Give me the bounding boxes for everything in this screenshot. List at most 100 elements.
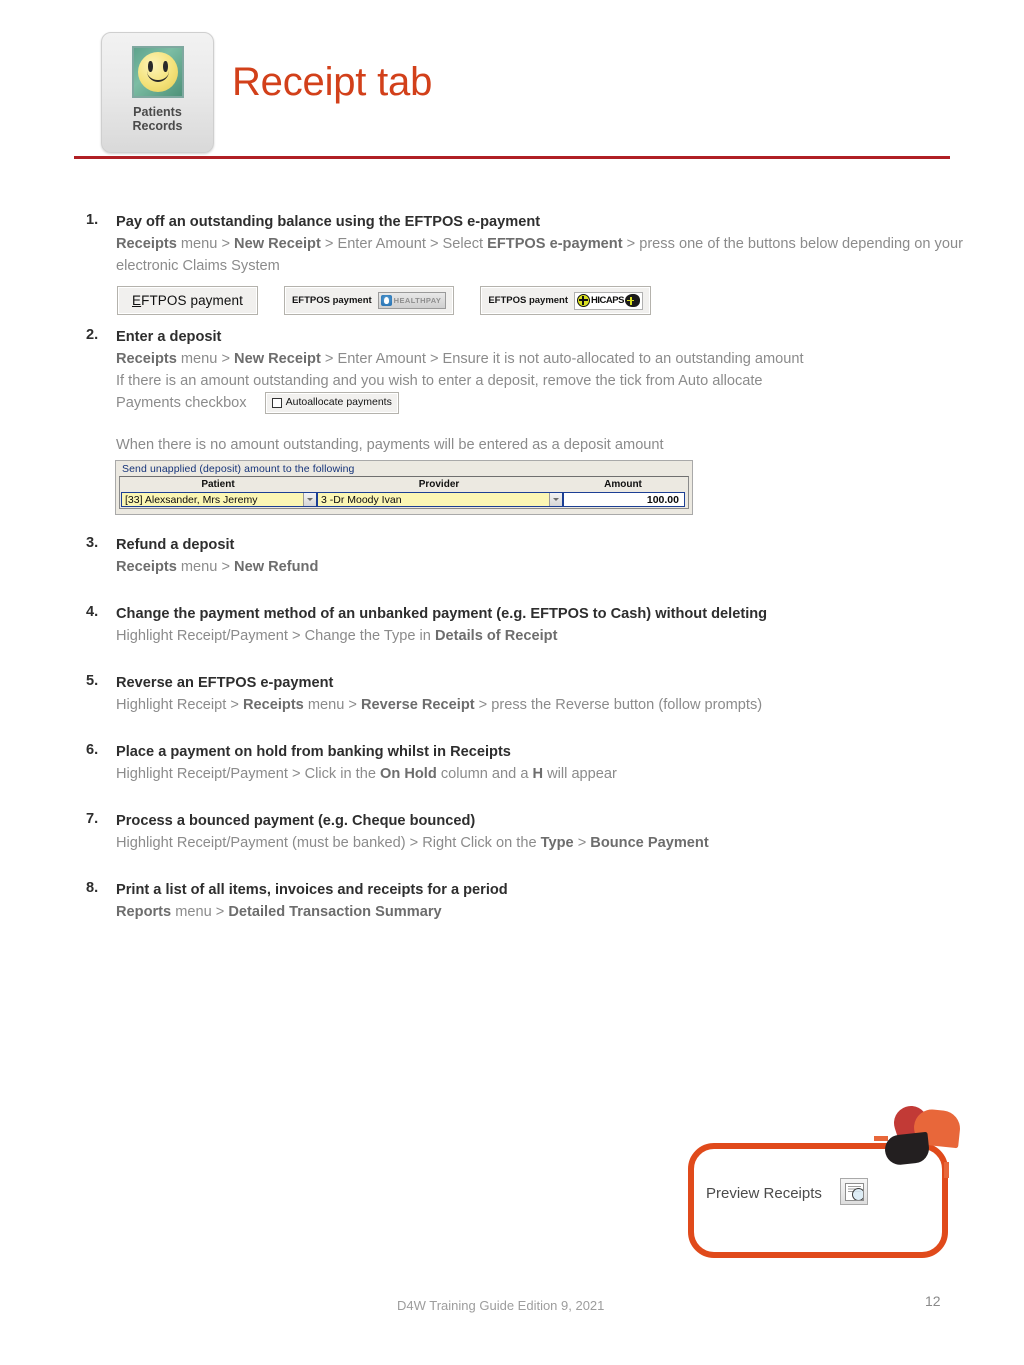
eftpos-hicaps-label: EFTPOS payment — [488, 295, 569, 306]
item-subtext-line3-row: Payments checkbox Autoallocate payments — [116, 392, 986, 415]
item-heading: Pay off an outstanding balance using the… — [116, 214, 541, 230]
item-subtext: Receipts menu > New Refund — [116, 556, 986, 578]
sub-part: Reports — [116, 903, 172, 920]
chevron-down-icon[interactable] — [303, 493, 316, 506]
sub-part: Reverse Receipt — [361, 696, 475, 713]
item-heading: Place a payment on hold from banking whi… — [116, 744, 511, 760]
sub-part: On Hold — [380, 765, 437, 782]
deposit-grid-header-row: Patient Provider Amount — [120, 477, 688, 492]
sub-part: menu > — [176, 558, 235, 575]
healthpay-brand-text: HEALTHPAY — [393, 296, 442, 305]
eftpos-accel-letter: E — [132, 293, 142, 308]
provider-combo[interactable]: 3 -Dr Moody Ivan — [317, 492, 563, 507]
list-item: 4. Change the payment method of an unban… — [86, 604, 986, 647]
sub-part: menu > — [176, 350, 235, 367]
page-title: Receipt tab — [232, 60, 433, 104]
item-heading: Refund a deposit — [116, 537, 235, 553]
item-subtext: Highlight Receipt/Payment > Change the T… — [116, 625, 986, 647]
sub-part: > Enter Amount > Select — [320, 235, 488, 252]
sub-part: Highlight Receipt > — [116, 696, 243, 713]
sub-part: New Receipt — [234, 235, 321, 252]
smiley-face-icon — [131, 46, 184, 98]
autoallocate-payments-label: Autoallocate payments — [285, 396, 392, 409]
preview-magnifier-icon[interactable] — [840, 1178, 868, 1205]
item-number: 7. — [86, 811, 99, 827]
app-icon-label-line2: Records — [132, 119, 183, 133]
brand-leaf-logo — [874, 1101, 962, 1178]
item-number: 3. — [86, 535, 99, 551]
sub-part: Details of Receipt — [434, 627, 558, 644]
patient-combo[interactable]: [33] Alexsander, Mrs Jeremy — [121, 492, 317, 507]
deposit-grid-caption: Send unapplied (deposit) amount to the f… — [122, 463, 355, 475]
item-subtext: Highlight Receipt > Receipts menu > Reve… — [116, 694, 986, 716]
item-subtext: Receipts menu > New Receipt > Enter Amou… — [116, 348, 986, 370]
item-subtext: Highlight Receipt/Payment > Click in the… — [116, 763, 986, 785]
sub-part: Receipts — [242, 696, 304, 713]
list-item: 3. Refund a deposit Receipts menu > New … — [86, 535, 986, 578]
autoallocate-payments-checkbox[interactable]: Autoallocate payments — [264, 392, 399, 415]
hicaps-brand-text: HICAPS — [591, 295, 624, 306]
column-header-amount: Amount — [604, 479, 642, 490]
sub-part: EFTPOS e-payment — [487, 235, 623, 252]
healthpay-logo-icon: HEALTHPAY — [377, 292, 447, 309]
item-heading: Change the payment method of an unbanked… — [116, 606, 768, 622]
item-heading: Reverse an EFTPOS e-payment — [116, 675, 334, 691]
item-number: 5. — [86, 673, 99, 689]
item-heading: Enter a deposit — [116, 329, 222, 345]
list-item: 6. Place a payment on hold from banking … — [86, 742, 986, 785]
eftpos-label-rest: FTPOS payment — [141, 293, 243, 308]
app-icon-label-line1: Patients — [133, 105, 182, 119]
column-header-provider: Provider — [418, 479, 460, 490]
footer-text: D4W Training Guide Edition 9, 2021 — [397, 1298, 605, 1313]
item-subtext: Highlight Receipt/Payment (must be banke… — [116, 832, 986, 854]
sub-part: > — [573, 834, 591, 851]
list-item: 8. Print a list of all items, invoices a… — [86, 880, 986, 923]
list-item: 2. Enter a deposit Receipts menu > New R… — [86, 327, 986, 456]
sub-part: Highlight Receipt/Payment (must be banke… — [116, 834, 541, 851]
sub-part: Detailed Transaction Summary — [228, 903, 442, 920]
item-number: 2. — [86, 327, 99, 343]
sub-part: menu > — [303, 696, 362, 713]
sub-part: New Receipt — [234, 350, 321, 367]
page-header: Patients Records Receipt tab — [0, 0, 1024, 180]
page-number: 12 — [925, 1293, 941, 1309]
item-heading: Print a list of all items, invoices and … — [116, 882, 508, 898]
sub-part: Highlight Receipt/Payment > Click in the — [116, 765, 381, 782]
eftpos-payment-hicaps-button[interactable]: EFTPOS payment HICAPS — [480, 286, 651, 315]
column-header-patient: Patient — [201, 479, 235, 490]
item-subtext: Receipts menu > New Receipt > Enter Amou… — [116, 233, 986, 277]
sub-part: New Refund — [234, 558, 319, 575]
item-number: 4. — [86, 604, 99, 620]
amount-value: 100.00 — [563, 492, 685, 507]
sub-part: column and a — [436, 765, 533, 782]
chevron-down-icon[interactable] — [549, 493, 562, 506]
item-number: 8. — [86, 880, 99, 896]
preview-receipts-label: Preview Receipts — [706, 1185, 822, 1202]
item-heading: Process a bounced payment (e.g. Cheque b… — [116, 813, 476, 829]
list-item: 1. Pay off an outstanding balance using … — [86, 212, 986, 277]
table-row: [33] Alexsander, Mrs Jeremy 3 -Dr Moody … — [120, 492, 688, 508]
patient-combo-value: [33] Alexsander, Mrs Jeremy — [125, 493, 258, 506]
amount-field[interactable]: 100.00 — [563, 492, 685, 507]
item-subtext-line3: Payments checkbox — [116, 395, 247, 412]
sub-part: Receipts — [116, 350, 177, 367]
sub-part: Bounce Payment — [590, 834, 709, 851]
item-subtext-line4: When there is no amount outstanding, pay… — [116, 437, 664, 454]
sub-part: > press the Reverse button (follow promp… — [474, 696, 763, 713]
deposit-grid-panel: Patient Provider Amount [33] Alexsander,… — [119, 476, 689, 509]
sub-part: will appear — [543, 765, 617, 782]
app-icon-label: Patients Records — [132, 105, 182, 133]
eftpos-healthpay-label: EFTPOS payment — [291, 295, 372, 306]
list-item: 5. Reverse an EFTPOS e-payment Highlight… — [86, 673, 986, 716]
patients-records-app-icon: Patients Records — [101, 32, 214, 153]
sub-part: menu > — [171, 903, 229, 920]
checkbox-box-icon[interactable] — [271, 398, 282, 409]
hicaps-logo-icon: HICAPS — [574, 291, 643, 310]
sub-part: Receipts — [116, 235, 177, 252]
eftpos-payment-button[interactable]: E FTPOS payment — [117, 286, 258, 315]
item-subtext: Reports menu > Detailed Transaction Summ… — [116, 901, 986, 923]
eftpos-payment-healthpay-button[interactable]: EFTPOS payment HEALTHPAY — [283, 286, 455, 315]
sub-part: H — [532, 765, 544, 782]
sub-part: > Enter Amount > Ensure it is not auto-a… — [320, 350, 804, 367]
item-subtext-line2: If there is an amount outstanding and yo… — [116, 372, 763, 389]
